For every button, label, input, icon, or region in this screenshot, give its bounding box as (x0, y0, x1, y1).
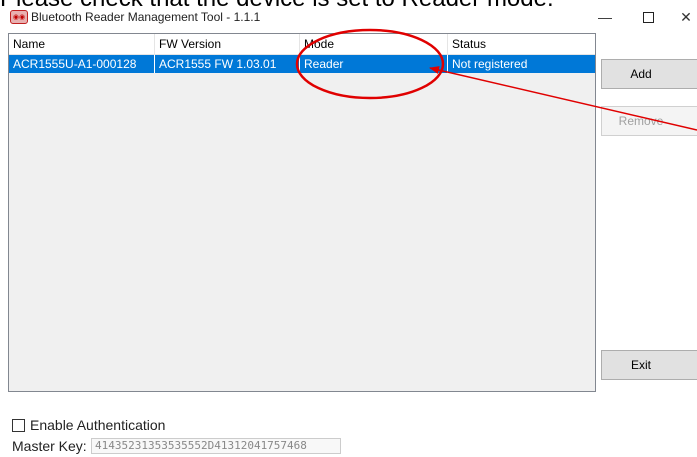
minimize-button[interactable]: — (590, 6, 620, 28)
maximize-button[interactable] (633, 6, 663, 28)
cell-mode: Reader (300, 55, 448, 73)
cell-name: ACR1555U-A1-000128 (9, 55, 155, 73)
add-button[interactable]: Add (601, 59, 697, 89)
exit-button[interactable]: Exit (601, 350, 697, 380)
close-button[interactable]: ✕ (675, 6, 697, 28)
reader-list[interactable]: Name FW Version Mode Status ACR1555U-A1-… (8, 33, 596, 392)
cell-fw-version: ACR1555 FW 1.03.01 (155, 55, 300, 73)
cell-status: Not registered (452, 57, 528, 71)
app-icon: ◉◉ (10, 10, 28, 24)
maximize-icon (642, 11, 654, 23)
list-header: Name FW Version Mode Status (9, 34, 595, 55)
table-row[interactable]: ACR1555U-A1-000128 ACR1555 FW 1.03.01 Re… (9, 55, 595, 73)
column-header-fw-version[interactable]: FW Version (155, 34, 300, 54)
column-header-name[interactable]: Name (9, 34, 155, 54)
enable-authentication-checkbox[interactable] (12, 419, 25, 432)
column-header-status[interactable]: Status (448, 34, 595, 54)
remove-button[interactable]: Remove (601, 106, 697, 136)
window-title: Bluetooth Reader Management Tool - 1.1.1 (31, 10, 261, 24)
master-key-field[interactable]: 41435231353535552D41312041757468 (91, 438, 341, 454)
column-header-mode[interactable]: Mode (300, 34, 448, 54)
title-bar: ◉◉ Bluetooth Reader Management Tool - 1.… (0, 0, 697, 32)
master-key-label: Master Key: (12, 438, 87, 454)
enable-authentication-label: Enable Authentication (30, 417, 166, 433)
